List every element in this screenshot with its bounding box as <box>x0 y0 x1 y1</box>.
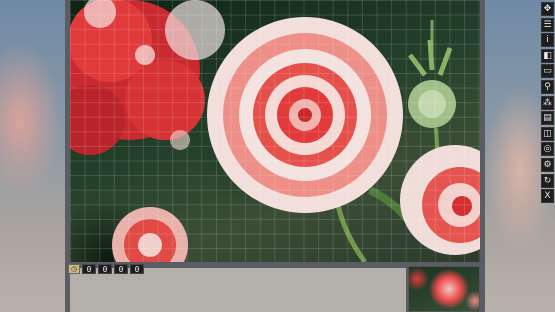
background-icon[interactable]: ◎ <box>541 142 554 157</box>
puzzle-image <box>70 0 480 262</box>
ghost-image-icon[interactable]: ▭ <box>541 64 554 79</box>
right-dahlia <box>400 145 480 255</box>
settings-icon[interactable]: ⚙ <box>541 157 554 172</box>
scatter-icon[interactable]: ⁂ <box>541 95 554 110</box>
close-icon[interactable]: X <box>541 189 554 204</box>
info-icon[interactable]: i <box>541 33 554 48</box>
timer: ◷ 0 0 0 0 <box>68 264 144 274</box>
screenshot-icon[interactable]: ◫ <box>541 126 554 141</box>
timer-digit: 0 <box>114 264 128 274</box>
flower-cluster-top-left <box>70 0 225 155</box>
preview-thumbnail[interactable] <box>408 266 480 312</box>
timer-digit: 0 <box>82 264 96 274</box>
clock-icon: ◷ <box>68 264 80 274</box>
restart-icon[interactable]: ↻ <box>541 173 554 188</box>
timer-digit: 0 <box>98 264 112 274</box>
zoom-icon[interactable]: ⚲ <box>541 79 554 94</box>
bottom-left-dahlia <box>112 207 188 262</box>
main-dahlia <box>207 17 403 213</box>
save-icon[interactable]: ▤ <box>541 111 554 126</box>
edges-icon[interactable]: ◧ <box>541 48 554 63</box>
toolbar: ✥ ☰ i ◧ ▭ ⚲ ⁂ ▤ ◫ ◎ ⚙ ↻ X <box>541 2 555 204</box>
move-pieces-icon[interactable]: ✥ <box>541 2 554 16</box>
menu-icon[interactable]: ☰ <box>541 17 554 32</box>
puzzle-board[interactable] <box>70 0 480 262</box>
timer-digit: 0 <box>130 264 144 274</box>
